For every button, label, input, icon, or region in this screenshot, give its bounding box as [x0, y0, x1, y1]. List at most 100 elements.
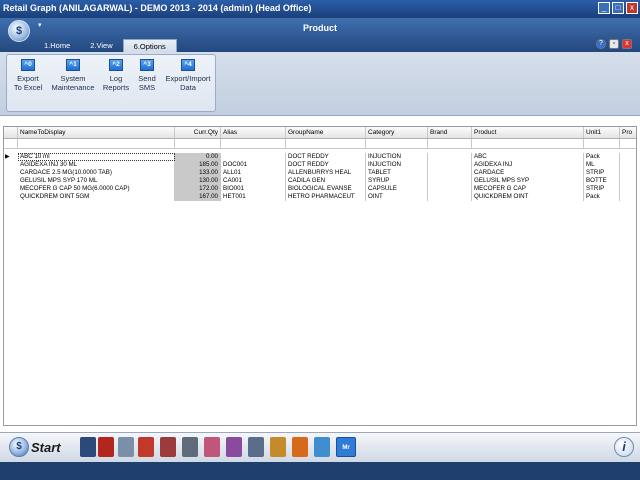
filter-cell[interactable] — [175, 139, 221, 148]
table-cell[interactable]: 185.00 — [175, 161, 221, 169]
table-cell[interactable] — [428, 193, 472, 201]
column-header[interactable]: Category — [366, 127, 428, 138]
table-cell[interactable]: GELUSIL MPS SYP 170 ML — [18, 177, 175, 185]
filter-cell[interactable] — [18, 139, 175, 148]
table-cell[interactable] — [620, 169, 636, 177]
table-cell[interactable]: CADILA GEN — [286, 177, 366, 185]
table-cell[interactable] — [428, 177, 472, 185]
table-row[interactable]: MECOFER G CAP 50 MG(6.0000 CAP) 172.00 BIO… — [4, 185, 636, 193]
mobile-icon[interactable] — [80, 437, 96, 457]
table-cell[interactable]: DOCT REDDY — [286, 161, 366, 169]
filter-cell[interactable] — [620, 139, 636, 148]
payment-icon[interactable] — [204, 437, 220, 457]
column-header[interactable]: Unit1 — [584, 127, 620, 138]
minimize-button[interactable]: _ — [598, 2, 610, 14]
table-cell[interactable]: 167.00 — [175, 193, 221, 201]
table-cell[interactable]: HETRO PHARMACEUT — [286, 193, 366, 201]
help-icon[interactable]: ? — [596, 39, 606, 49]
table-cell[interactable]: CARDACE 2.5 MG(10.0000 TAB) — [18, 169, 175, 177]
start-button[interactable]: Start — [31, 440, 61, 455]
table-cell[interactable]: AGIDEXA INJ 30 ML — [18, 161, 175, 169]
form-close-icon[interactable]: x — [622, 39, 632, 49]
table-cell[interactable]: STRIP — [584, 185, 620, 193]
log-reports-button[interactable]: ^2 Log Reports — [101, 59, 131, 92]
filter-cell[interactable] — [221, 139, 286, 148]
restore-icon[interactable]: ▫ — [609, 39, 619, 49]
active-app-icon[interactable]: Mr — [336, 437, 356, 457]
table-cell[interactable]: Pack — [584, 153, 620, 161]
table-row[interactable]: QUICKDREM OINT 5GM 167.00 HET001 HETRO PHAR… — [4, 193, 636, 201]
close-button[interactable]: x — [626, 2, 638, 14]
table-cell[interactable]: Pack — [584, 193, 620, 201]
table-cell[interactable]: MECOFER G CAP — [472, 185, 584, 193]
table-cell[interactable] — [620, 161, 636, 169]
filter-cell[interactable] — [366, 139, 428, 148]
table-cell[interactable]: GELUSIL MPS SYP — [472, 177, 584, 185]
table-row[interactable]: AGIDEXA INJ 30 ML 185.00 DOC001 DOCT REDDY I… — [4, 161, 636, 169]
table-cell[interactable]: DOC001 — [221, 161, 286, 169]
tab-home[interactable]: 1.Home — [34, 39, 80, 52]
table-cell[interactable] — [221, 153, 286, 161]
medicine-icon[interactable] — [226, 437, 242, 457]
table-cell[interactable]: ALL01 — [221, 169, 286, 177]
table-cell[interactable]: OINT — [366, 193, 428, 201]
table-cell[interactable] — [428, 153, 472, 161]
table-cell[interactable]: ALLENBURRYS HEAL — [286, 169, 366, 177]
table-cell[interactable]: 130.00 — [175, 177, 221, 185]
column-header[interactable]: Pro — [620, 127, 636, 138]
table-cell[interactable]: QUICKDREM OINT — [472, 193, 584, 201]
table-cell[interactable]: BOTTE — [584, 177, 620, 185]
user-icon[interactable] — [118, 437, 134, 457]
table-cell[interactable]: 133.00 — [175, 169, 221, 177]
table-cell[interactable]: TABLET — [366, 169, 428, 177]
table-cell[interactable]: INJUCTION — [366, 161, 428, 169]
table-cell[interactable] — [428, 169, 472, 177]
table-cell[interactable]: HET001 — [221, 193, 286, 201]
table-cell[interactable]: BIOLOGICAL EVANSE — [286, 185, 366, 193]
table-cell[interactable] — [620, 177, 636, 185]
table-cell[interactable] — [620, 193, 636, 201]
table-cell[interactable]: ML — [584, 161, 620, 169]
table-cell[interactable]: CAPSULE — [366, 185, 428, 193]
tab-options[interactable]: 6.Options — [122, 39, 177, 52]
table-cell[interactable]: SYRUP — [366, 177, 428, 185]
filter-cell[interactable] — [584, 139, 620, 148]
table-cell[interactable]: CARDACE — [472, 169, 584, 177]
sales-icon[interactable] — [138, 437, 154, 457]
table-cell[interactable]: QUICKDREM OINT 5GM — [18, 193, 175, 201]
purchase-icon[interactable] — [160, 437, 176, 457]
table-cell[interactable]: 0.00 — [175, 153, 221, 161]
table-cell[interactable]: STRIP — [584, 169, 620, 177]
table-row[interactable]: ▶ ABC 10 ml 0.00 DOCT REDDY INJUCTION ABC Pack — [4, 153, 636, 161]
send-sms-button[interactable]: ^3 Send SMS — [134, 59, 160, 92]
table-cell[interactable] — [428, 185, 472, 193]
start-logo-icon[interactable]: $ — [9, 437, 29, 457]
column-header[interactable]: GroupName — [286, 127, 366, 138]
column-header[interactable]: Alias — [221, 127, 286, 138]
filter-cell[interactable] — [286, 139, 366, 148]
table-cell[interactable]: ABC 10 ml — [18, 153, 175, 161]
filter-cell[interactable] — [472, 139, 584, 148]
column-header[interactable]: Brand — [428, 127, 472, 138]
info-icon[interactable]: i — [614, 437, 634, 457]
column-header[interactable]: NameToDisplay — [18, 127, 175, 138]
product-grid[interactable]: NameToDisplay Curr.Qty Alias GroupName C… — [3, 126, 637, 426]
table-cell[interactable]: CA001 — [221, 177, 286, 185]
table-cell[interactable] — [428, 161, 472, 169]
table-row[interactable]: GELUSIL MPS SYP 170 ML 130.00 CA001 CADILA … — [4, 177, 636, 185]
receipt-icon[interactable] — [182, 437, 198, 457]
maximize-button[interactable]: □ — [612, 2, 624, 14]
shapes-icon[interactable] — [292, 437, 308, 457]
filter-row[interactable] — [4, 139, 636, 149]
people-icon[interactable] — [248, 437, 264, 457]
export-import-data-button[interactable]: ^4 Export/Import Data — [163, 59, 213, 92]
table-cell[interactable]: AGIDEXA INJ — [472, 161, 584, 169]
tab-view[interactable]: 2.View — [80, 39, 122, 52]
table-cell[interactable]: 172.00 — [175, 185, 221, 193]
table-cell[interactable]: DOCT REDDY — [286, 153, 366, 161]
table-cell[interactable]: MECOFER G CAP 50 MG(6.0000 CAP) — [18, 185, 175, 193]
column-header[interactable]: Product — [472, 127, 584, 138]
table-cell[interactable]: INJUCTION — [366, 153, 428, 161]
tools-icon[interactable] — [314, 437, 330, 457]
bottle-icon[interactable] — [270, 437, 286, 457]
